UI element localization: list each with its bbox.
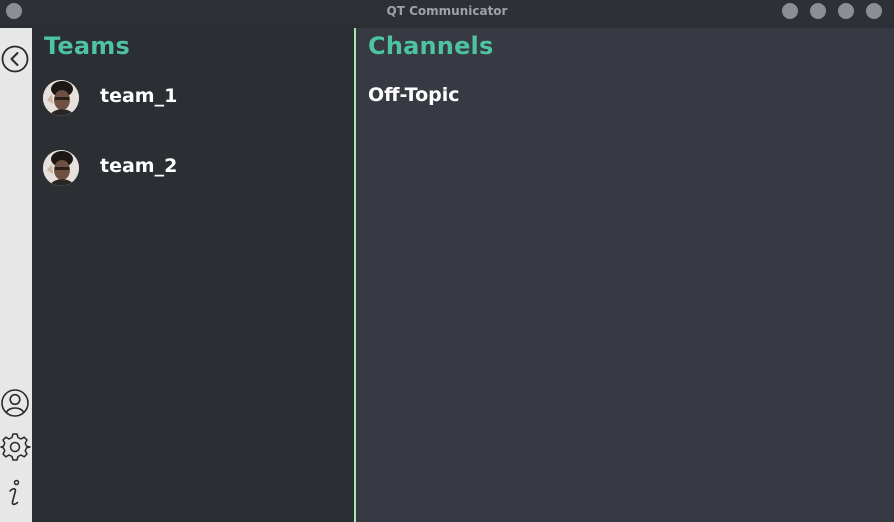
back-icon[interactable] — [0, 42, 32, 76]
teams-panel: Teams team_1 team_2 — [33, 28, 354, 522]
nav-rail — [0, 28, 32, 522]
app-window: QT Communicator Teams team_1 team_2 Chan… — [0, 0, 894, 522]
team-avatar — [43, 80, 79, 116]
team-list-item[interactable]: team_2 — [33, 143, 354, 193]
channel-list-item[interactable]: Off-Topic — [368, 84, 460, 106]
teams-heading: Teams — [44, 32, 130, 60]
channels-heading: Channels — [368, 32, 494, 60]
team-avatar — [43, 150, 79, 186]
close-icon[interactable] — [866, 3, 882, 19]
user-profile-icon[interactable] — [0, 385, 32, 419]
minimize-icon[interactable] — [782, 3, 798, 19]
info-icon[interactable] — [0, 476, 32, 510]
team-name-label: team_2 — [100, 155, 178, 177]
channels-panel: Channels Off-Topic — [356, 28, 894, 522]
maximize-icon[interactable] — [810, 3, 826, 19]
team-list-item[interactable]: team_1 — [33, 73, 354, 123]
team-name-label: team_1 — [100, 85, 178, 107]
title-bar: QT Communicator — [0, 0, 894, 24]
window-title: QT Communicator — [386, 4, 508, 18]
settings-gear-icon[interactable] — [0, 430, 32, 464]
restore-icon[interactable] — [838, 3, 854, 19]
